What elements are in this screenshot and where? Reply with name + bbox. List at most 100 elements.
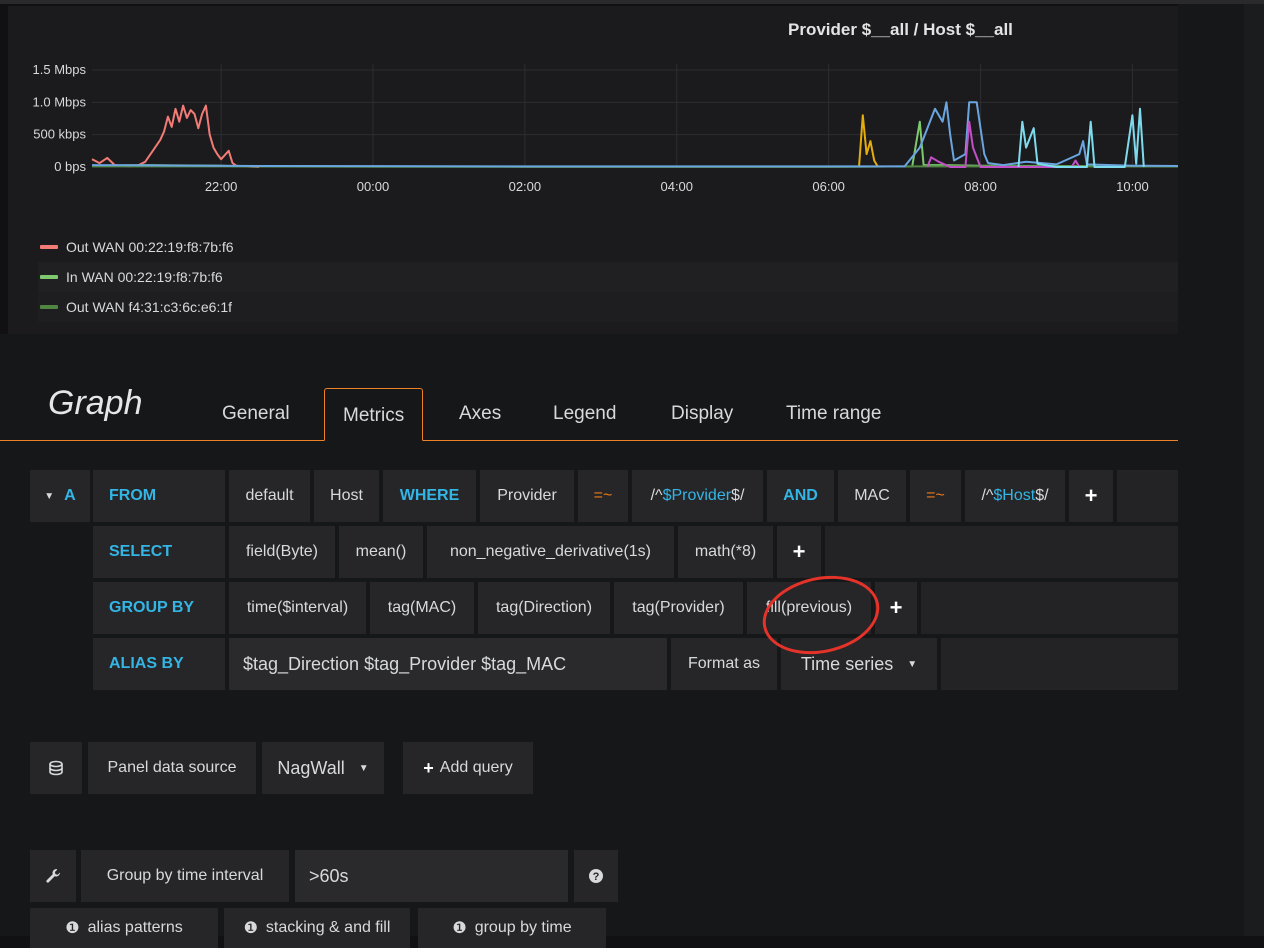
legend-label: Out WAN 00:22:19:f8:7b:f6 — [66, 239, 234, 255]
where-key-provider[interactable]: Provider — [480, 470, 574, 522]
right-gutter — [1178, 4, 1264, 936]
select-part-field[interactable]: field(Byte) — [229, 526, 335, 578]
format-as-value: Time series — [801, 654, 893, 675]
regex-suffix: $/ — [1035, 487, 1048, 504]
operator-label: =~ — [594, 487, 613, 505]
where-operator-2[interactable]: =~ — [910, 470, 961, 522]
graph-panel: 1.5 Mbps1.0 Mbps500 kbps0 bps22:0000:000… — [8, 6, 1178, 334]
help-link-label: group by time — [475, 919, 572, 937]
add-query-label: Add query — [440, 759, 513, 777]
y-tick-label: 0 bps — [54, 159, 86, 174]
legend-item[interactable]: Out WAN 00:22:19:f8:7b:f6 — [38, 232, 1178, 262]
question-icon[interactable]: ? — [574, 850, 618, 902]
legend-label: In WAN 00:22:19:f8:7b:f6 — [66, 269, 223, 285]
regex-prefix: /^ — [651, 487, 663, 504]
where-value-host[interactable]: /^$Host$/ — [965, 470, 1065, 522]
query-collapse-toggle[interactable]: ▼ A — [30, 470, 90, 522]
add-query-button[interactable]: + Add query — [403, 742, 533, 794]
plus-icon: + — [1085, 483, 1098, 509]
window-top-border — [0, 0, 1264, 4]
series-line-6 — [1019, 109, 1144, 167]
select-part-mean[interactable]: mean() — [339, 526, 423, 578]
plus-icon: + — [890, 595, 903, 621]
x-tick-label: 08:00 — [964, 179, 997, 194]
alias-input[interactable]: $tag_Direction $tag_Provider $tag_MAC — [229, 638, 667, 690]
tab-axes[interactable]: Axes — [459, 388, 501, 440]
scrollbar-track[interactable] — [1244, 4, 1264, 936]
from-keyword-label: FROM — [109, 487, 156, 505]
from-keyword: FROM — [93, 470, 225, 522]
y-tick-label: 1.5 Mbps — [33, 62, 87, 77]
legend-swatch — [40, 245, 58, 249]
caret-down-icon: ▼ — [44, 491, 54, 502]
select-keyword-label: SELECT — [109, 543, 172, 561]
group-by-keyword-label: GROUP BY — [109, 599, 194, 617]
where-key-mac[interactable]: MAC — [838, 470, 906, 522]
y-tick-label: 1.0 Mbps — [33, 94, 87, 109]
group-part-tag-direction[interactable]: tag(Direction) — [478, 582, 610, 634]
datasource-value: NagWall — [277, 758, 344, 779]
where-value-provider[interactable]: /^$Provider$/ — [632, 470, 763, 522]
row-filler — [921, 582, 1178, 634]
x-tick-label: 02:00 — [509, 179, 542, 194]
template-variable: $Provider — [663, 487, 731, 504]
group-part-fill[interactable]: fill(previous) — [747, 582, 871, 634]
info-icon: ❶ — [244, 918, 258, 938]
legend-item[interactable]: Out WAN f4:31:c3:6c:e6:1f — [38, 292, 1178, 322]
plus-icon: + — [423, 758, 434, 779]
retention-policy-segment[interactable]: default — [229, 470, 310, 522]
tab-time-range[interactable]: Time range — [786, 388, 881, 440]
tab-legend[interactable]: Legend — [553, 388, 616, 440]
info-icon: ❶ — [452, 918, 466, 938]
row-filler — [1117, 470, 1178, 522]
select-part-derivative[interactable]: non_negative_derivative(1s) — [427, 526, 674, 578]
help-stacking-fill[interactable]: ❶ stacking & and fill — [224, 908, 410, 948]
editor-tabs: General Metrics Axes Legend Display Time… — [0, 388, 1178, 441]
and-keyword: AND — [767, 470, 834, 522]
tab-display[interactable]: Display — [671, 388, 733, 440]
template-variable: $Host — [993, 487, 1035, 504]
wrench-icon — [30, 850, 76, 902]
y-tick-label: 500 kbps — [33, 127, 86, 142]
help-alias-patterns[interactable]: ❶alias patterns — [30, 908, 218, 948]
add-group-by-button[interactable]: + — [875, 582, 917, 634]
panel-editor: General Metrics Axes Legend Display Time… — [0, 334, 1178, 936]
series-line-3 — [859, 115, 878, 167]
group-part-tag-provider[interactable]: tag(Provider) — [614, 582, 743, 634]
query-ref-id: A — [64, 487, 76, 505]
legend-item[interactable]: In WAN 00:22:19:f8:7b:f6 — [38, 262, 1178, 292]
alias-by-keyword: ALIAS BY — [93, 638, 225, 690]
add-where-button[interactable]: + — [1069, 470, 1113, 522]
x-tick-label: 10:00 — [1116, 179, 1149, 194]
help-link-label: stacking & and fill — [266, 919, 391, 937]
regex-prefix: /^ — [981, 487, 993, 504]
legend-swatch — [40, 275, 58, 279]
group-part-time[interactable]: time($interval) — [229, 582, 366, 634]
legend-label: Out WAN f4:31:c3:6c:e6:1f — [66, 299, 232, 315]
and-keyword-label: AND — [783, 487, 818, 505]
x-tick-label: 06:00 — [812, 179, 845, 194]
panel-datasource-label: Panel data source — [88, 742, 256, 794]
help-group-by-time[interactable]: ❶ group by time — [418, 908, 606, 948]
measurement-segment[interactable]: Host — [314, 470, 379, 522]
database-icon — [30, 742, 82, 794]
group-by-time-input[interactable]: >60s — [295, 850, 568, 902]
group-part-tag-mac[interactable]: tag(MAC) — [370, 582, 474, 634]
tab-metrics[interactable]: Metrics — [324, 388, 423, 441]
add-select-button[interactable]: + — [777, 526, 821, 578]
datasource-select[interactable]: NagWall▼ — [262, 742, 384, 794]
svg-text:?: ? — [593, 871, 600, 883]
format-as-select[interactable]: Time series ▼ — [781, 638, 937, 690]
editor-title: Graph — [48, 384, 143, 423]
x-tick-label: 00:00 — [357, 179, 390, 194]
x-tick-label: 04:00 — [660, 179, 693, 194]
series-line-0 — [92, 106, 259, 167]
caret-down-icon: ▼ — [907, 659, 917, 670]
panel-title[interactable]: Provider $__all / Host $__all — [788, 20, 1188, 40]
regex-suffix: $/ — [731, 487, 744, 504]
select-part-math[interactable]: math(*8) — [678, 526, 773, 578]
tab-general[interactable]: General — [222, 388, 290, 440]
group-by-time-label: Group by time interval — [81, 850, 289, 902]
where-operator-1[interactable]: =~ — [578, 470, 628, 522]
where-keyword-label: WHERE — [400, 487, 460, 505]
